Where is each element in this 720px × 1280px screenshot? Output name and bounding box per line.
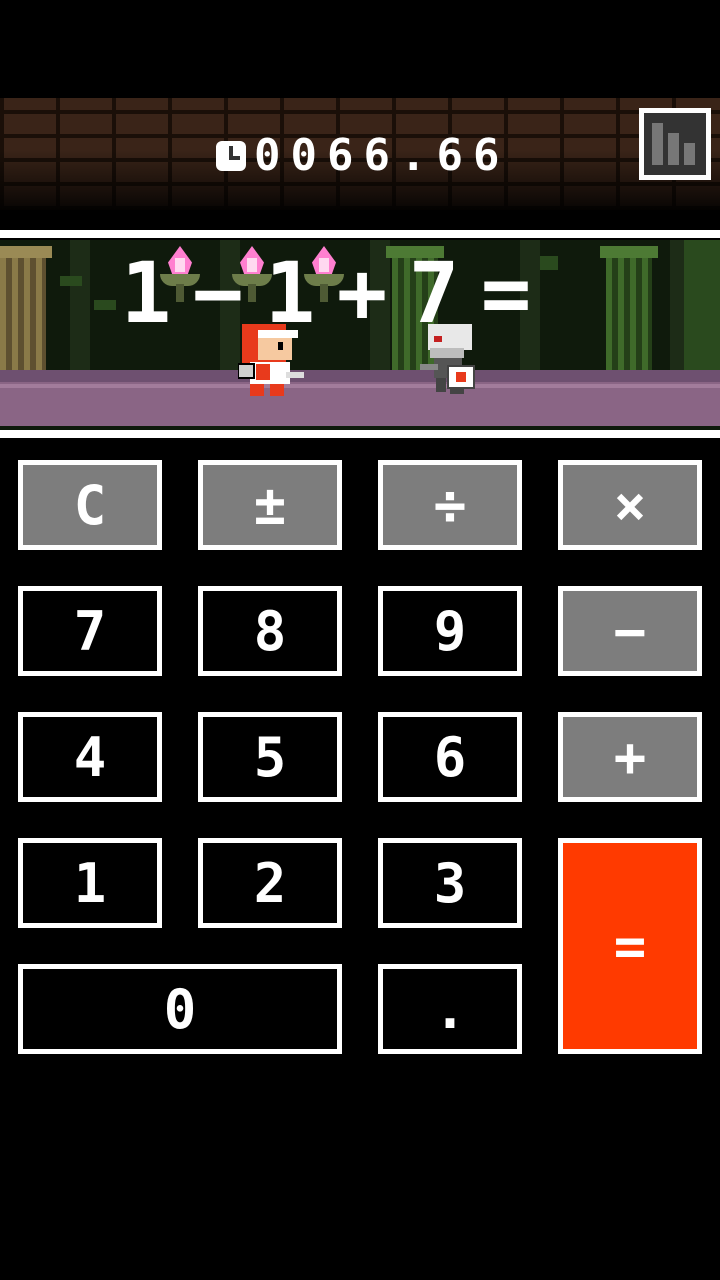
timer-value: 0066.66	[254, 130, 510, 181]
pillar-left	[0, 246, 52, 370]
pillar-right	[600, 246, 658, 370]
decimal-button[interactable]: .	[378, 964, 522, 1054]
digit-5-button[interactable]: 5	[198, 712, 342, 802]
digit-3-button[interactable]: 3	[378, 838, 522, 928]
digit-7-button[interactable]: 7	[18, 586, 162, 676]
digit-4-button[interactable]: 4	[18, 712, 162, 802]
minus-button[interactable]: −	[558, 586, 702, 676]
digit-6-button[interactable]: 6	[378, 712, 522, 802]
vine	[540, 256, 558, 270]
dungeon-floor	[0, 370, 720, 426]
plus-minus-button[interactable]: ±	[198, 460, 342, 550]
digit-8-button[interactable]: 8	[198, 586, 342, 676]
clear-button[interactable]: C	[18, 460, 162, 550]
vine	[60, 276, 82, 286]
bar-chart-icon	[652, 123, 663, 165]
vine-wall	[684, 240, 720, 370]
multiply-button[interactable]: ×	[558, 460, 702, 550]
equation-operand-1: 1	[120, 244, 172, 342]
digit-9-button[interactable]: 9	[378, 586, 522, 676]
scene-bottom-border	[0, 430, 720, 438]
plus-button[interactable]: +	[558, 712, 702, 802]
bar-chart-icon-bar-3	[684, 143, 695, 165]
stats-button[interactable]	[639, 108, 711, 180]
digit-2-button[interactable]: 2	[198, 838, 342, 928]
hero-character	[238, 324, 304, 396]
calculator-keypad: C ± ÷ × 7 8 9 − 4 5 6 + 1 2 3 = 0 .	[0, 438, 720, 1088]
equation-equals: =	[480, 244, 532, 342]
skeleton-monster	[420, 324, 475, 394]
game-scene: 1 − 1 + 7 =	[0, 240, 720, 430]
digit-1-button[interactable]: 1	[18, 838, 162, 928]
equals-button[interactable]: =	[558, 838, 702, 1054]
clock-icon	[216, 141, 246, 171]
timer: 0066.66	[216, 132, 509, 180]
scene-top-border	[0, 230, 720, 238]
bar-chart-icon-bar-2	[668, 133, 679, 165]
digit-0-button[interactable]: 0	[18, 964, 342, 1054]
divide-button[interactable]: ÷	[378, 460, 522, 550]
equation-operator-2: +	[336, 244, 388, 342]
